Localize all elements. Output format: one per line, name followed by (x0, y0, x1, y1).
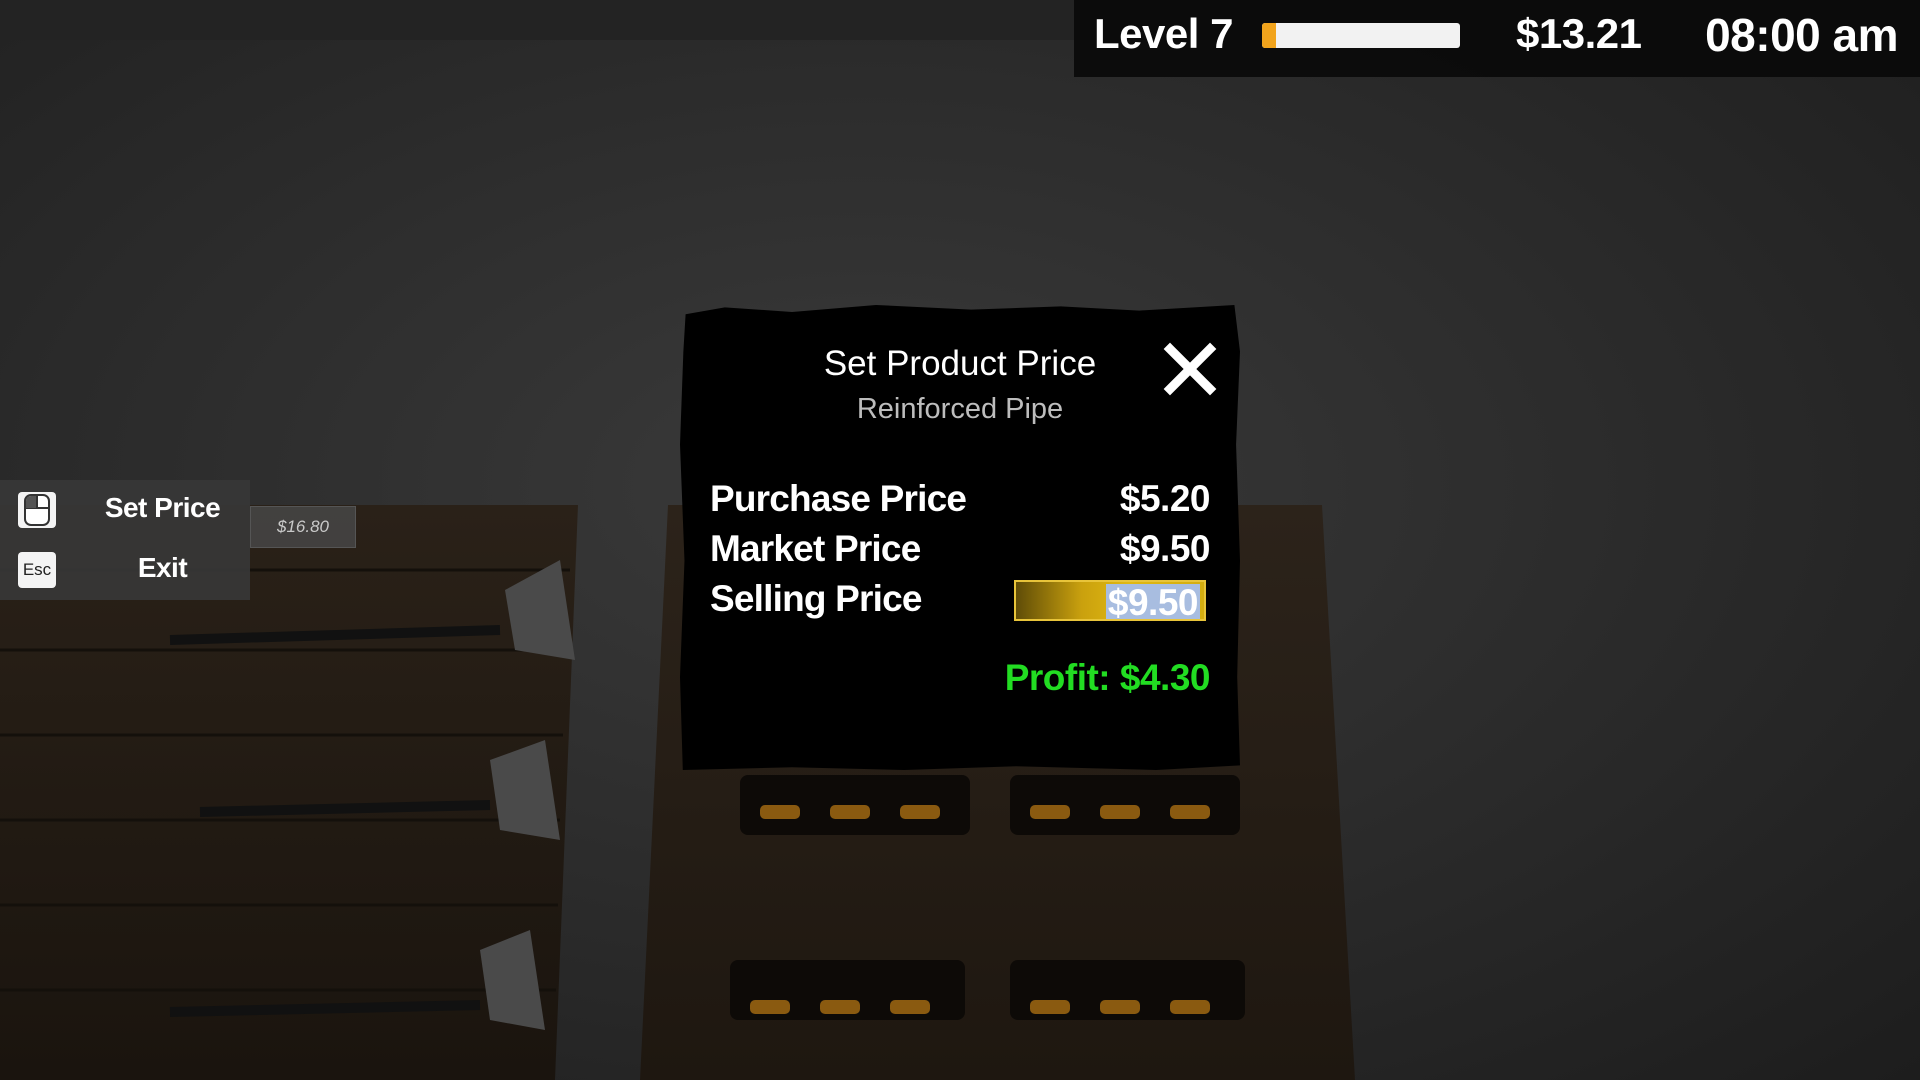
purchase-price-label: Purchase Price (710, 478, 967, 519)
key-hints-panel: Set Price Esc Exit (0, 480, 250, 600)
profit-label: Profit: $4.30 (1004, 657, 1211, 698)
hint-set-price[interactable]: Set Price (0, 480, 250, 540)
hint-exit[interactable]: Esc Exit (0, 540, 250, 600)
selling-price-value: $9.50 (1107, 582, 1199, 623)
shelf-price-tag: $16.80 (250, 506, 356, 548)
purchase-price-value: $5.20 (1119, 478, 1211, 519)
market-price-row: Market Price $9.50 (710, 528, 1211, 570)
esc-key-icon: Esc (18, 552, 56, 588)
top-hud: Level 7 $13.21 08:00 am (1074, 0, 1920, 77)
close-icon[interactable] (1160, 339, 1220, 399)
money-balance: $13.21 (1516, 10, 1642, 57)
game-clock: 08:00 am (1705, 9, 1898, 61)
mouse-left-click-icon (18, 492, 56, 528)
selling-price-label: Selling Price (710, 578, 923, 619)
level-label: Level 7 (1094, 10, 1233, 57)
market-price-value: $9.50 (1119, 528, 1211, 569)
dialog-title: Set Product Price (823, 344, 1097, 383)
hint-exit-label: Exit (137, 552, 188, 583)
xp-progress-bar (1262, 23, 1460, 48)
product-name: Reinforced Pipe (856, 393, 1064, 425)
set-product-price-dialog: Set Product Price Reinforced Pipe Purcha… (680, 305, 1240, 770)
purchase-price-row: Purchase Price $5.20 (710, 478, 1211, 520)
xp-progress-fill (1262, 23, 1276, 48)
hint-set-price-label: Set Price (104, 492, 221, 523)
market-price-label: Market Price (710, 528, 921, 569)
selling-price-input[interactable]: $9.50 (1014, 580, 1206, 623)
